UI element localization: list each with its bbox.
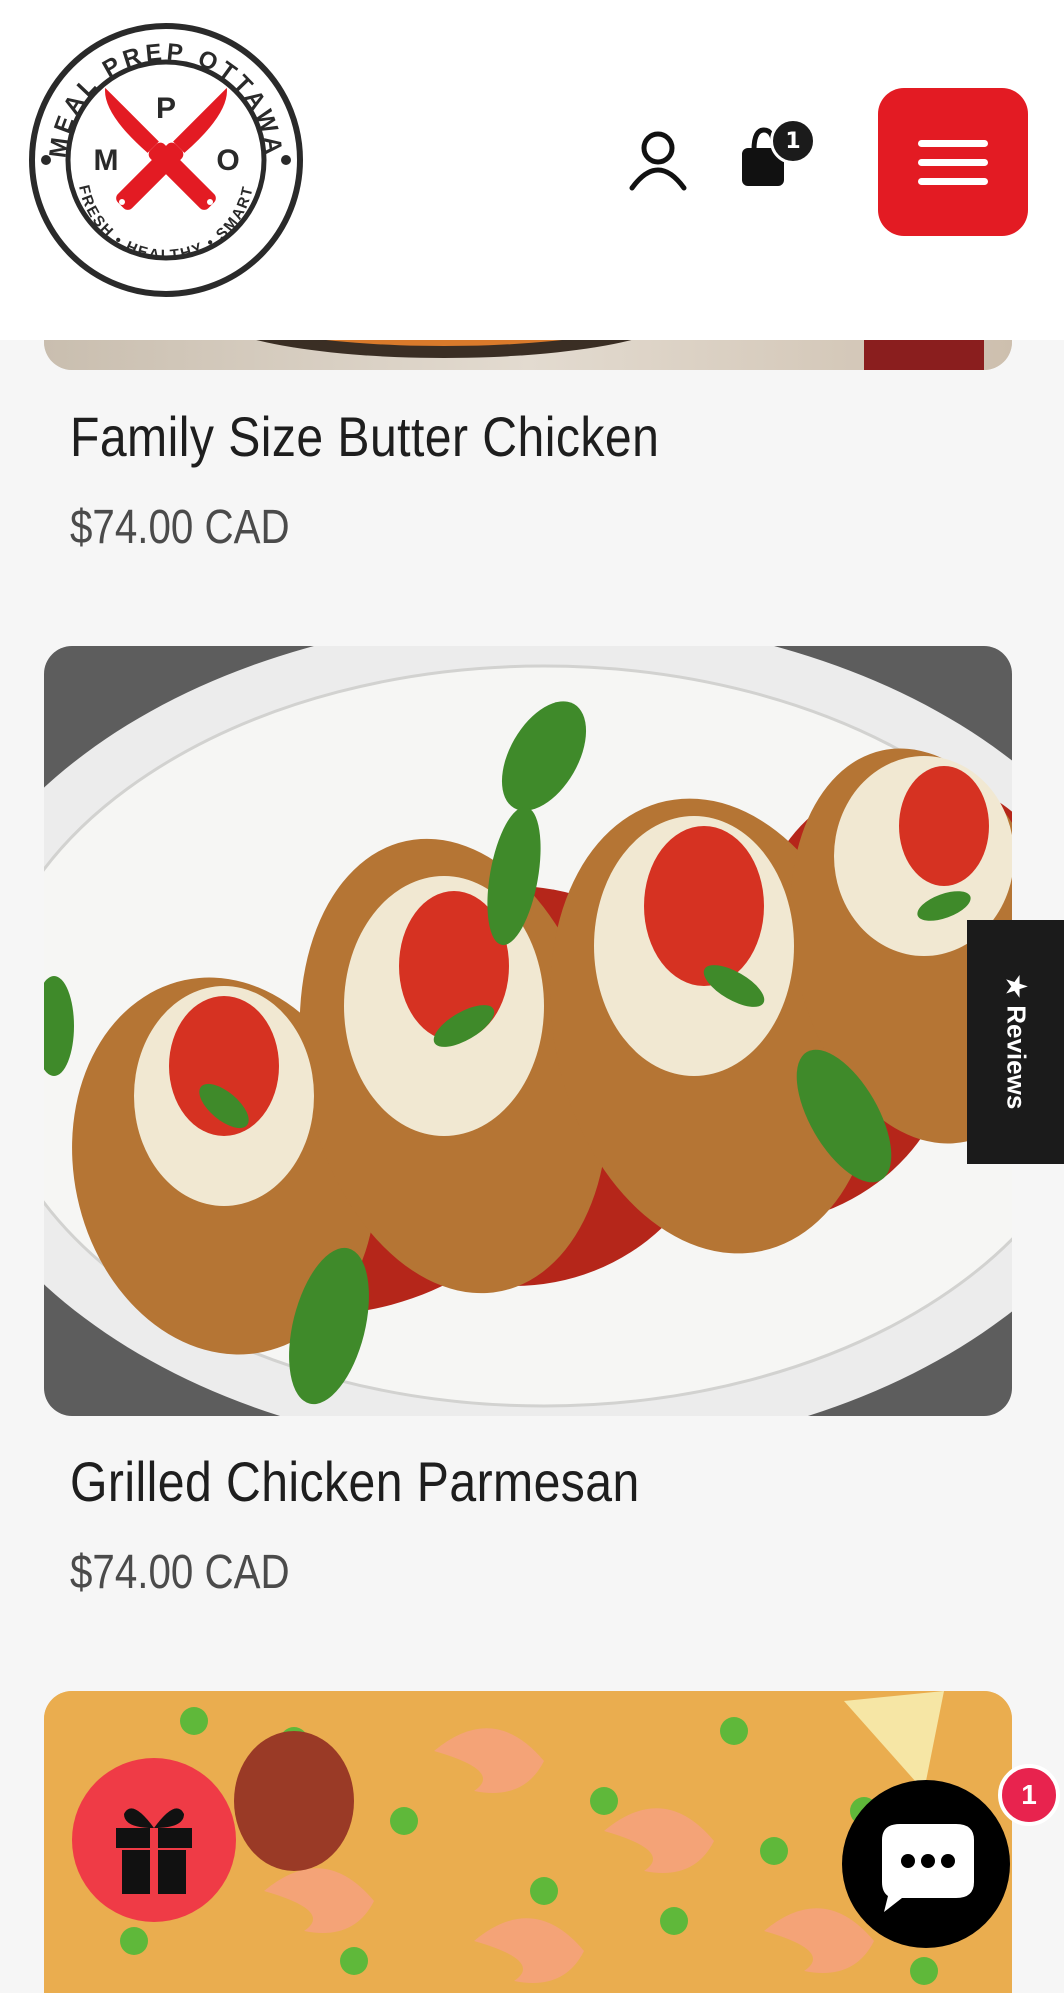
meal-prep-ottawa-logo[interactable]: MEAL PREP OTTAWA FRESH • HEALTHY • SMART… xyxy=(28,22,304,298)
product-image-chicken-parmesan[interactable] xyxy=(44,646,1012,1416)
user-icon[interactable] xyxy=(626,128,690,192)
chat-icon xyxy=(882,1824,974,1912)
menu-button[interactable] xyxy=(878,88,1028,236)
reviews-tab-label: ★ Reviews xyxy=(1001,974,1031,1110)
gift-icon xyxy=(116,1808,192,1894)
product-price: $74.00 CAD xyxy=(70,1546,290,1599)
rewards-gift-button[interactable] xyxy=(72,1758,236,1922)
chat-button[interactable] xyxy=(842,1780,1010,1948)
site-header: MEAL PREP OTTAWA FRESH • HEALTHY • SMART… xyxy=(0,0,1064,340)
logo-letter-m: M xyxy=(94,144,119,177)
product-title[interactable]: Grilled Chicken Parmesan xyxy=(70,1449,640,1514)
logo-letter-o: O xyxy=(216,144,239,177)
product-title[interactable]: Family Size Butter Chicken xyxy=(70,404,659,469)
menu-icon xyxy=(918,140,988,147)
cart-count-badge: 1 xyxy=(770,118,816,164)
reviews-tab[interactable]: ★ Reviews xyxy=(967,920,1064,1164)
logo-letter-p: P xyxy=(156,92,176,125)
chat-unread-badge: 1 xyxy=(998,1764,1060,1826)
product-price: $74.00 CAD xyxy=(70,501,290,554)
